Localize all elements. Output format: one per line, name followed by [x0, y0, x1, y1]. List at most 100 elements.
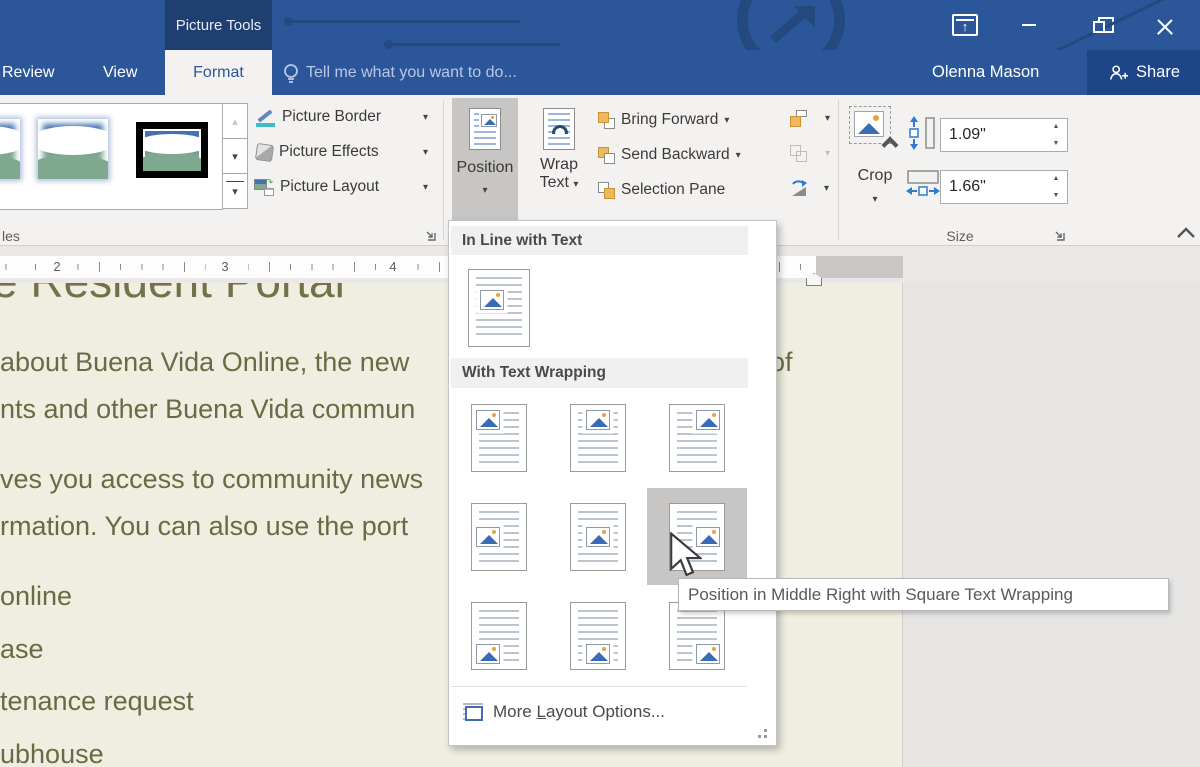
- menu-section-header: With Text Wrapping: [451, 358, 748, 388]
- wrap-text-button[interactable]: Wrap Text ▾: [526, 98, 592, 226]
- restore-down-button[interactable]: [1086, 14, 1112, 40]
- document-list-item: tenance request: [0, 686, 194, 717]
- spin-up-icon[interactable]: ▲: [1053, 123, 1060, 130]
- picture-tools-label: Picture Tools: [176, 17, 262, 34]
- tell-me-search[interactable]: Tell me what you want to do...: [306, 50, 517, 95]
- document-list-item: ase: [0, 634, 44, 665]
- tab-view[interactable]: View: [103, 50, 137, 95]
- position-option-top-left[interactable]: [449, 389, 549, 486]
- tell-me-lightbulb-icon: [281, 63, 301, 85]
- menu-section-header: In Line with Text: [451, 226, 748, 255]
- shape-width-icon: [906, 169, 940, 199]
- restore-down-icon: [1093, 21, 1105, 33]
- bring-forward-icon: [598, 112, 615, 129]
- spin-down-icon[interactable]: ▼: [1053, 192, 1060, 199]
- share-person-icon: [1107, 62, 1129, 84]
- position-option-middle-center[interactable]: [548, 488, 648, 585]
- rotate-icon: [790, 180, 808, 197]
- group-separator: [838, 100, 839, 240]
- ribbon-tab-row: Review View Format Tell me what you want…: [0, 50, 1200, 95]
- mouse-cursor: [668, 532, 702, 578]
- position-tooltip: Position in Middle Right with Square Tex…: [678, 578, 1169, 611]
- menu-resize-grip[interactable]: [764, 735, 767, 738]
- gallery-more-button[interactable]: ▾: [222, 173, 248, 209]
- picture-style-thumbnail-framed[interactable]: [136, 122, 208, 178]
- more-layout-options-icon: [463, 703, 483, 721]
- picture-styles-dialog-launcher[interactable]: [424, 229, 437, 242]
- circuit-decoration: [384, 40, 393, 49]
- document-text-line: ves you access to community news: [0, 464, 423, 495]
- accelerator-key: L: [536, 702, 545, 721]
- shape-height-icon: [906, 116, 936, 150]
- position-option-top-center[interactable]: [548, 389, 648, 486]
- minimize-icon: [1022, 24, 1036, 26]
- picture-effects-button[interactable]: Picture Effects ▾: [256, 140, 379, 164]
- width-spinner[interactable]: ▲ ▼: [1046, 170, 1066, 204]
- gallery-scroll-down-button[interactable]: ▾: [222, 138, 248, 174]
- picture-effects-icon: [255, 142, 274, 161]
- picture-style-thumbnail[interactable]: [38, 119, 108, 179]
- align-button[interactable]: ▾: [790, 106, 830, 130]
- picture-border-icon: [256, 107, 276, 127]
- chevron-down-icon: ▾: [423, 112, 428, 123]
- position-dropdown-menu: In Line with Text With Text Wrapping: [448, 220, 777, 746]
- chevron-down-icon: ▾: [872, 194, 877, 205]
- send-backward-button[interactable]: Send Backward ▾: [598, 143, 741, 167]
- size-dialog-launcher[interactable]: [1053, 229, 1066, 242]
- tab-review[interactable]: Review: [2, 50, 54, 95]
- group-objects-icon: [790, 145, 807, 162]
- menu-divider: [451, 686, 747, 687]
- circuit-decoration: [390, 43, 560, 46]
- chevron-down-icon: ▾: [824, 183, 829, 194]
- chevron-down-icon: ▾: [825, 113, 830, 124]
- document-text-line: about Buena Vida Online, the new: [0, 347, 409, 378]
- group-objects-button-disabled: ▾: [790, 141, 830, 165]
- position-option-middle-left[interactable]: [449, 488, 549, 585]
- collapse-ribbon-chevron-icon[interactable]: [1176, 226, 1196, 240]
- position-option-top-right[interactable]: [647, 389, 747, 486]
- ruler-number: 4: [384, 259, 402, 274]
- crop-button[interactable]: Crop ▾: [846, 98, 904, 226]
- picture-styles-gallery: [0, 103, 223, 210]
- selection-pane-button[interactable]: Selection Pane: [598, 178, 725, 202]
- ribbon-display-options-icon: [952, 14, 978, 36]
- document-list-item: online: [0, 581, 72, 612]
- chevron-down-icon: ▾: [423, 182, 428, 193]
- picture-layout-button[interactable]: ↷ Picture Layout ▾: [254, 175, 379, 199]
- bring-forward-button[interactable]: Bring Forward ▾: [598, 108, 729, 132]
- more-layout-options-item[interactable]: More Layout Options...: [449, 691, 776, 733]
- picture-tools-context-tab[interactable]: Picture Tools: [165, 0, 272, 50]
- chevron-down-icon: ▾: [423, 147, 428, 158]
- close-button[interactable]: [1152, 14, 1178, 40]
- ruler-number: 3: [216, 259, 234, 274]
- chevron-down-icon: ▾: [736, 150, 741, 161]
- spin-up-icon[interactable]: ▲: [1053, 175, 1060, 182]
- signed-in-user[interactable]: Olenna Mason: [932, 50, 1039, 95]
- picture-style-thumbnail[interactable]: [0, 119, 20, 179]
- in-line-thumbnail: [468, 269, 530, 347]
- chevron-down-icon: ▾: [573, 179, 578, 190]
- position-icon: [469, 108, 501, 150]
- crop-icon: [852, 109, 898, 163]
- spin-down-icon[interactable]: ▼: [1053, 140, 1060, 147]
- share-button[interactable]: Share: [1087, 50, 1200, 95]
- position-option-bottom-center[interactable]: [548, 587, 648, 684]
- minimize-button[interactable]: [1016, 12, 1042, 38]
- gallery-scroll-up-button[interactable]: ▴: [222, 103, 248, 139]
- picture-border-button[interactable]: Picture Border ▾: [256, 105, 381, 129]
- ruler-margin-area: [816, 256, 903, 278]
- ribbon-display-options-button[interactable]: [950, 12, 980, 38]
- chevron-down-icon: ▾: [825, 148, 830, 159]
- group-separator: [443, 100, 444, 240]
- position-button[interactable]: Position ▾: [452, 98, 518, 226]
- arrow-decoration: [765, 6, 821, 46]
- title-bar: Picture Tools: [0, 0, 1200, 50]
- send-backward-icon: [598, 147, 615, 164]
- tab-format[interactable]: Format: [165, 50, 272, 95]
- position-option-in-line[interactable]: [449, 259, 549, 356]
- picture-styles-group-label: les: [2, 228, 20, 244]
- picture-layout-icon: ↷: [254, 178, 274, 196]
- position-option-bottom-left[interactable]: [449, 587, 549, 684]
- height-spinner[interactable]: ▲ ▼: [1046, 118, 1066, 152]
- rotate-button[interactable]: ▾: [790, 176, 829, 200]
